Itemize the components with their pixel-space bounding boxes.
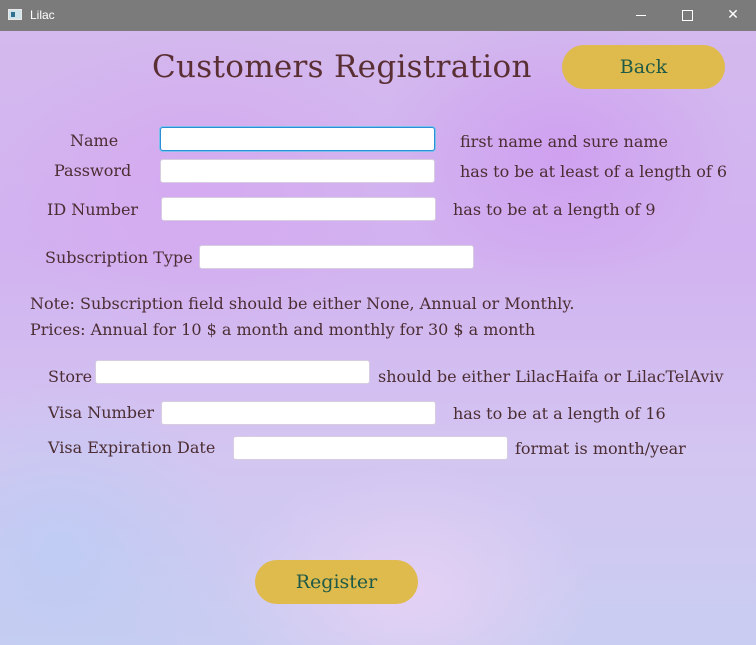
minimize-button[interactable] bbox=[618, 0, 664, 31]
name-hint: first name and sure name bbox=[460, 132, 668, 151]
id-number-hint: has to be at a length of 9 bbox=[453, 200, 656, 219]
visa-number-input[interactable] bbox=[161, 401, 436, 425]
store-input[interactable] bbox=[95, 360, 370, 384]
id-number-label: ID Number bbox=[47, 200, 139, 219]
register-button[interactable]: Register bbox=[255, 560, 418, 604]
registration-form: Customers Registration Back Name first n… bbox=[0, 31, 756, 645]
close-icon: ✕ bbox=[727, 7, 739, 23]
visa-number-hint: has to be at a length of 16 bbox=[453, 404, 666, 423]
back-button[interactable]: Back bbox=[562, 45, 725, 89]
visa-number-label: Visa Number bbox=[48, 403, 155, 422]
password-hint: has to be at least of a length of 6 bbox=[460, 162, 728, 181]
maximize-button[interactable] bbox=[664, 0, 710, 31]
store-hint: should be either LilacHaifa or LilacTelA… bbox=[378, 367, 724, 386]
maximize-icon bbox=[681, 9, 693, 21]
name-input[interactable] bbox=[160, 127, 435, 151]
subscription-note: Note: Subscription field should be eithe… bbox=[30, 294, 575, 313]
prices-note: Prices: Annual for 10 $ a month and mont… bbox=[30, 320, 536, 339]
store-label: Store bbox=[48, 367, 93, 386]
app-icon bbox=[8, 9, 22, 20]
window-titlebar[interactable]: Lilac ✕ bbox=[0, 0, 756, 31]
password-input[interactable] bbox=[160, 159, 435, 183]
password-label: Password bbox=[54, 161, 132, 180]
close-button[interactable]: ✕ bbox=[710, 0, 756, 31]
page-title: Customers Registration bbox=[152, 49, 532, 85]
subscription-type-input[interactable] bbox=[199, 245, 474, 269]
name-label: Name bbox=[70, 131, 119, 150]
window-title: Lilac bbox=[30, 8, 55, 22]
visa-expiration-input[interactable] bbox=[233, 436, 508, 460]
subscription-type-label: Subscription Type bbox=[45, 248, 193, 267]
id-number-input[interactable] bbox=[161, 197, 436, 221]
visa-expiration-label: Visa Expiration Date bbox=[48, 438, 216, 457]
minimize-icon bbox=[636, 14, 646, 16]
visa-expiration-hint: format is month/year bbox=[515, 439, 686, 458]
